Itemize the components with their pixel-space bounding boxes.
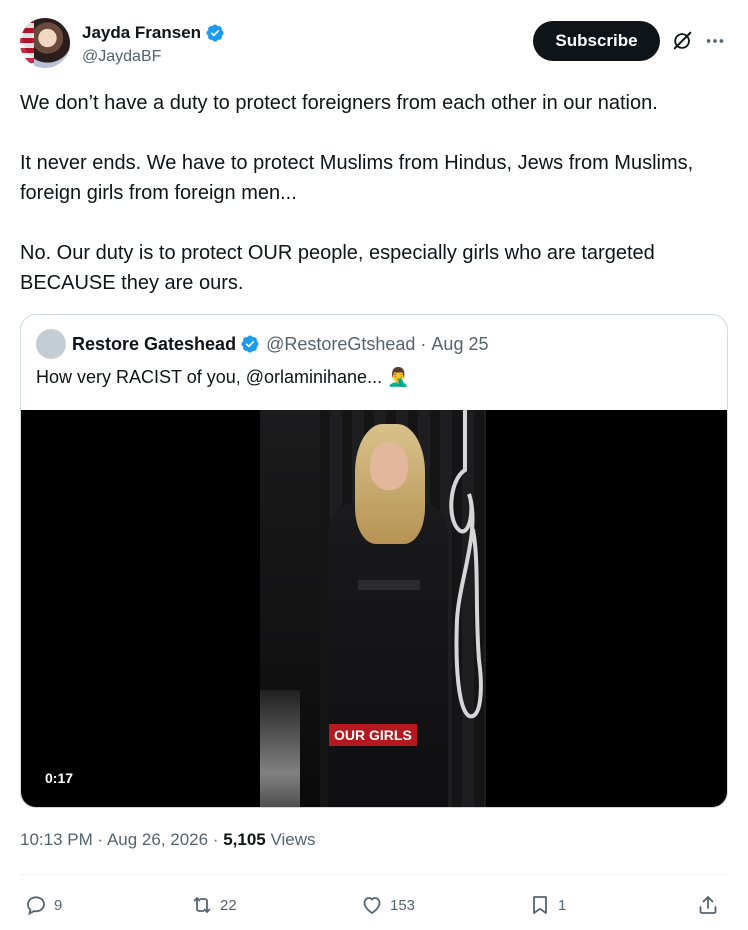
tweet-paragraph: No. Our duty is to protect OUR people, e… [20, 242, 655, 294]
video-duration: 0:17 [39, 767, 80, 789]
author-name-text[interactable]: Jayda Fransen [82, 22, 201, 44]
reply-button[interactable]: 9 [24, 888, 62, 922]
meta-separator: · [92, 830, 107, 849]
quoted-tweet-header: Restore Gateshead @RestoreGtshead · Aug … [36, 329, 489, 359]
separator-dot: · [420, 333, 427, 354]
share-button[interactable] [696, 888, 726, 922]
divider [20, 874, 728, 875]
like-count: 153 [390, 896, 416, 914]
tweet-time[interactable]: 10:13 PM [20, 830, 93, 849]
author-avatar[interactable] [20, 18, 70, 68]
action-bar: 9 22 153 1 [20, 888, 728, 922]
author-handle[interactable]: @JaydaBF [82, 46, 225, 68]
tweet-meta: 10:13 PM · Aug 26, 2026 · 5,105 Views [20, 830, 316, 850]
video-prop [260, 690, 300, 807]
bookmark-button[interactable]: 1 [528, 888, 566, 922]
tweet-paragraph: It never ends. We have to protect Muslim… [20, 152, 694, 204]
quoted-author-handle: @RestoreGtshead [266, 333, 416, 354]
bookmark-count: 1 [558, 896, 567, 914]
share-icon [699, 896, 717, 914]
quoted-tweet-text: How very RACIST of you, @orlaminihane...… [36, 367, 410, 387]
quoted-tweet-date: Aug 25 [431, 333, 489, 354]
subscribe-button[interactable]: Subscribe [533, 21, 660, 61]
video-speaker-face [370, 442, 408, 490]
tweet-text: We don’t have a duty to protect foreigne… [20, 88, 730, 328]
quoted-tweet[interactable]: Restore Gateshead @RestoreGtshead · Aug … [20, 314, 728, 808]
verified-badge-icon [206, 24, 224, 42]
views-count: 5,105 [223, 830, 266, 849]
more-options-icon[interactable] [704, 30, 726, 52]
like-button[interactable]: 153 [360, 888, 415, 922]
retweet-button[interactable]: 22 [190, 888, 237, 922]
video-rope [449, 410, 483, 719]
author-display-name[interactable]: Jayda Fransen [82, 22, 225, 44]
quoted-author-avatar [36, 329, 66, 359]
retweet-icon [193, 897, 211, 913]
tweet-date[interactable]: Aug 26, 2026 [107, 830, 208, 849]
bookmark-icon [533, 896, 547, 914]
views-label: Views [265, 830, 316, 849]
retweet-count: 22 [220, 896, 237, 914]
tweet-paragraph: We don’t have a duty to protect foreigne… [20, 92, 658, 114]
tweet-header: Jayda Fransen @JaydaBF Subscribe [20, 18, 728, 72]
video-player[interactable]: OUR GIRLS 0:17 [21, 410, 727, 807]
reply-count: 9 [54, 896, 63, 914]
video-caption: OUR GIRLS [329, 724, 417, 746]
author-info: Jayda Fransen @JaydaBF [82, 22, 225, 68]
video-speaker-belt [358, 580, 420, 590]
quoted-author-name: Restore Gateshead [72, 333, 237, 354]
heart-icon [363, 897, 381, 914]
grok-icon[interactable] [672, 30, 694, 52]
reply-icon [27, 896, 45, 916]
meta-separator: · [208, 830, 224, 849]
verified-badge-icon [241, 335, 259, 353]
